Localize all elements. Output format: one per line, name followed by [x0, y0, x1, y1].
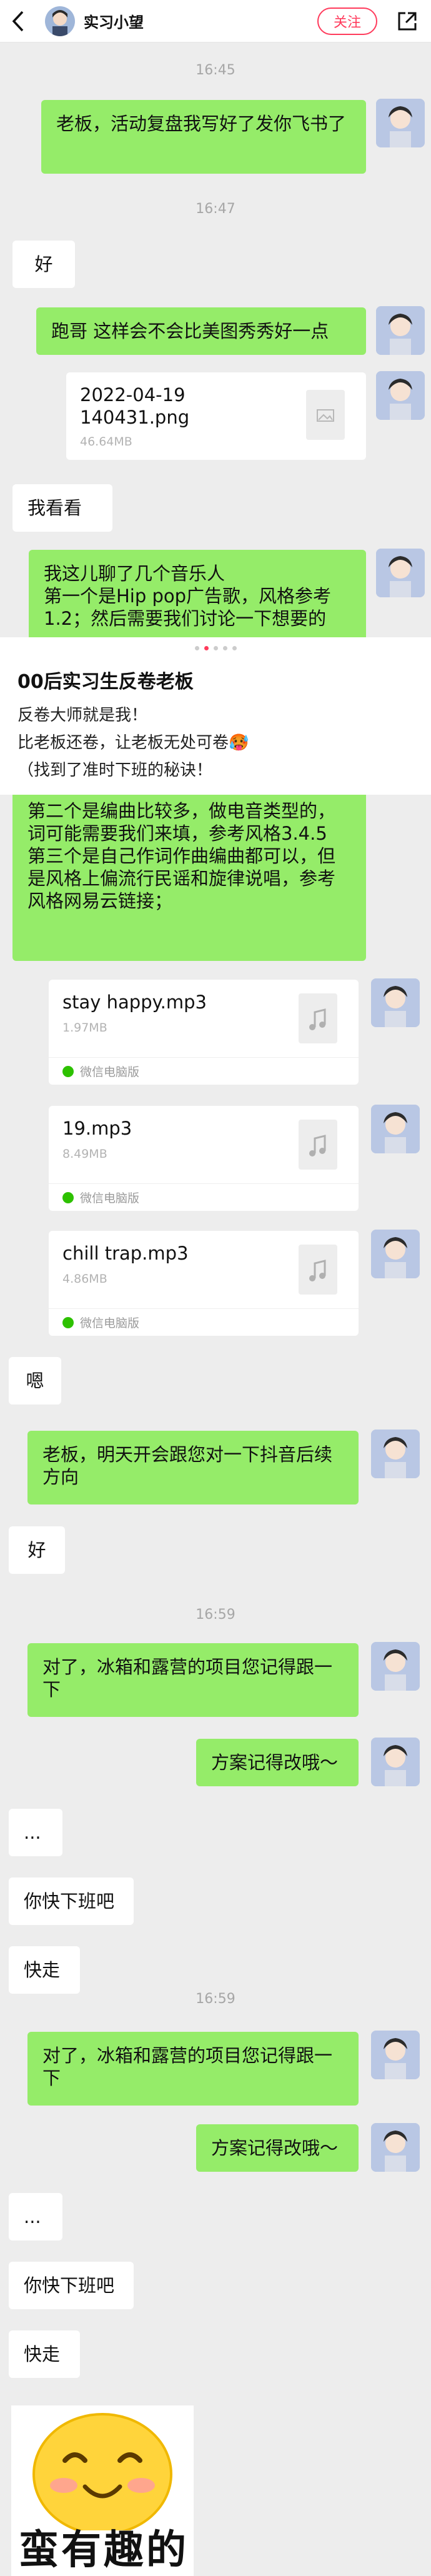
contact-avatar[interactable]	[45, 6, 75, 36]
my-avatar[interactable]	[376, 306, 425, 355]
other-message[interactable]: ...	[9, 2193, 62, 2240]
file-size: 46.64MB	[80, 435, 132, 449]
post-text-line: 比老板还卷，让老板无处可卷🥵	[17, 734, 249, 752]
my-avatar[interactable]	[376, 371, 425, 420]
file-size: 4.86MB	[62, 1272, 107, 1286]
sticker-caption: 蛮有趣的	[19, 2527, 189, 2574]
music-file-icon	[299, 993, 337, 1043]
other-message[interactable]: 好	[9, 1526, 65, 1574]
other-message[interactable]: 嗯	[9, 1357, 61, 1405]
my-message[interactable]: 方案记得改哦～	[196, 1739, 359, 1786]
post-text-line: （找到了准时下班的秘诀！	[17, 761, 213, 780]
file-card[interactable]: stay happy.mp3 1.97MB 微信电脑版	[49, 980, 359, 1085]
my-message[interactable]: 第二个是编曲比较多，做电音类型的，词可能需要我们来填，参考风格3.4.5 第三个…	[12, 795, 366, 961]
carousel-dot	[213, 646, 218, 650]
my-avatar[interactable]	[371, 1230, 420, 1278]
other-message[interactable]: ...	[9, 1809, 62, 1856]
other-message[interactable]: 你快下班吧	[9, 2262, 134, 2309]
carousel-dot	[232, 646, 237, 650]
carousel-dot-active	[204, 646, 209, 650]
smiling-face-icon	[32, 2413, 172, 2535]
image-file-icon	[306, 390, 345, 440]
other-message[interactable]: 你快下班吧	[9, 1877, 134, 1925]
file-source: 微信电脑版	[49, 1308, 359, 1336]
my-avatar[interactable]	[371, 1738, 420, 1786]
carousel-dot	[194, 646, 199, 650]
file-name: 19.mp3	[62, 1118, 132, 1139]
share-button[interactable]	[395, 9, 420, 34]
other-message[interactable]: 快走	[9, 2330, 80, 2378]
my-avatar[interactable]	[376, 549, 425, 597]
my-avatar[interactable]	[371, 2123, 420, 2172]
my-avatar[interactable]	[376, 99, 425, 147]
music-file-icon	[299, 1245, 337, 1295]
file-name: chill trap.mp3	[62, 1243, 189, 1264]
my-avatar[interactable]	[371, 978, 420, 1027]
chat-header: 实习小望 关注	[0, 0, 431, 42]
chevron-left-icon	[12, 11, 24, 31]
my-message[interactable]: 对了，冰箱和露营的项目您记得跟一下	[27, 1643, 359, 1717]
my-message[interactable]: 跑哥 这样会不会比美图秀秀好一点	[36, 307, 366, 355]
back-button[interactable]	[11, 9, 31, 34]
timestamp: 16:59	[196, 1991, 235, 2007]
my-avatar[interactable]	[371, 1642, 420, 1691]
my-avatar[interactable]	[371, 2031, 420, 2079]
my-message[interactable]: 方案记得改哦～	[196, 2124, 359, 2172]
post-title: 00后实习生反卷老板	[17, 671, 194, 693]
other-message[interactable]: 我看看	[12, 484, 112, 532]
file-name: 2022-04-19 140431.png	[80, 384, 190, 428]
file-card[interactable]: 19.mp3 8.49MB 微信电脑版	[49, 1106, 359, 1211]
wechat-icon	[62, 1316, 74, 1328]
share-icon	[398, 12, 417, 30]
other-message[interactable]: 好	[12, 241, 75, 288]
my-avatar[interactable]	[371, 1105, 420, 1153]
file-source: 微信电脑版	[49, 1183, 359, 1211]
wechat-icon	[62, 1191, 74, 1203]
timestamp: 16:59	[196, 1607, 235, 1623]
carousel-indicator	[0, 646, 431, 650]
file-size: 1.97MB	[62, 1021, 107, 1035]
contact-name: 实习小望	[84, 14, 144, 31]
my-message[interactable]: 老板，活动复盘我写好了发你飞书了	[41, 100, 366, 174]
file-size: 8.49MB	[62, 1147, 107, 1161]
my-avatar[interactable]	[371, 1430, 420, 1478]
post-text-line: 反卷大师就是我！	[17, 706, 148, 725]
follow-button[interactable]: 关注	[317, 7, 377, 35]
smiling-face-sticker[interactable]: 蛮有趣的	[11, 2405, 194, 2576]
wechat-icon	[62, 1065, 74, 1077]
file-name: stay happy.mp3	[62, 992, 207, 1013]
file-card[interactable]: 2022-04-19 140431.png 46.64MB	[66, 372, 366, 460]
file-card[interactable]: chill trap.mp3 4.86MB 微信电脑版	[49, 1231, 359, 1336]
timestamp: 16:47	[196, 201, 235, 217]
music-file-icon	[299, 1120, 337, 1170]
my-message[interactable]: 老板，明天开会跟您对一下抖音后续方向	[27, 1431, 359, 1504]
post-caption-card: 00后实习生反卷老板 反卷大师就是我！ 比老板还卷，让老板无处可卷🥵 （找到了准…	[0, 637, 431, 795]
file-source: 微信电脑版	[49, 1057, 359, 1085]
my-message[interactable]: 我这儿聊了几个音乐人 第一个是Hip pop广告歌，风格参考1.2；然后需要我们…	[29, 550, 366, 640]
carousel-dot	[222, 646, 227, 650]
other-message[interactable]: 快走	[9, 1946, 80, 1994]
timestamp: 16:45	[196, 62, 235, 78]
my-message[interactable]: 对了，冰箱和露营的项目您记得跟一下	[27, 2032, 359, 2106]
